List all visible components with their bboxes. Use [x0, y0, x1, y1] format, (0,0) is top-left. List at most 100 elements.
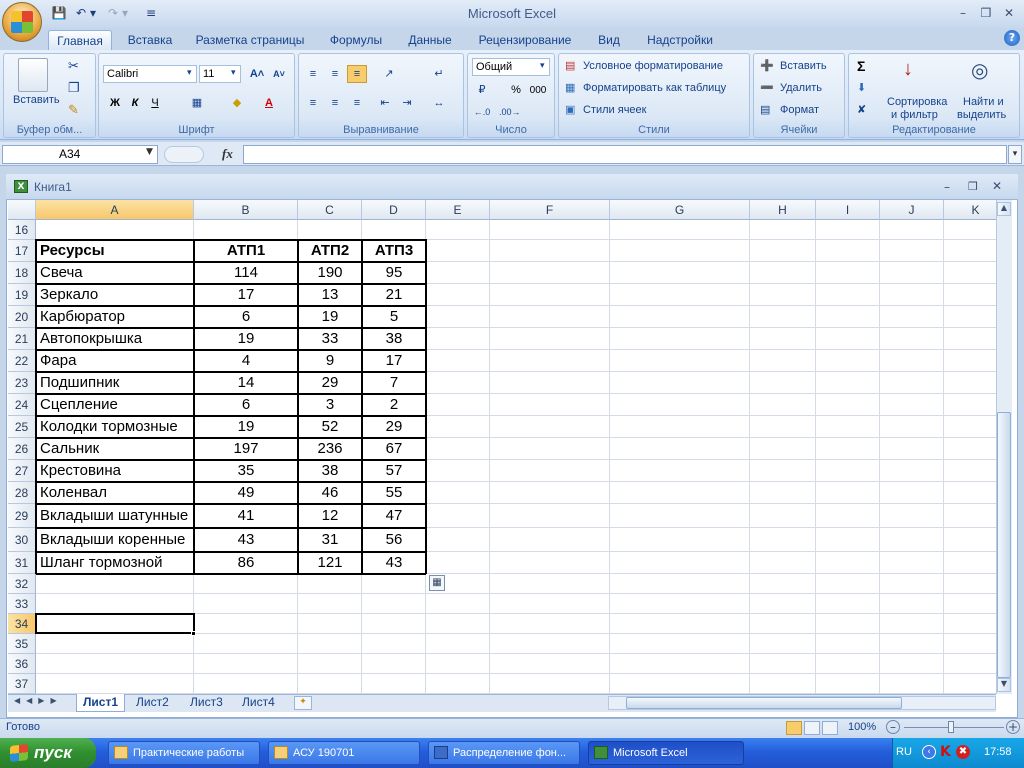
row-header[interactable]: 33: [8, 594, 36, 614]
tray-expand-icon[interactable]: ‹: [922, 745, 936, 759]
value-cell[interactable]: 197: [198, 438, 294, 460]
resource-name-cell[interactable]: Шланг тормозной: [40, 552, 190, 574]
increase-indent-icon[interactable]: ⇥: [397, 94, 417, 112]
value-cell[interactable]: 21: [366, 284, 422, 306]
tab-addins[interactable]: Надстройки: [640, 30, 720, 50]
value-cell[interactable]: 19: [198, 416, 294, 438]
resource-name-cell[interactable]: Свеча: [40, 262, 190, 284]
resource-name-cell[interactable]: Вкладыши коренные: [40, 528, 190, 552]
thousands-button[interactable]: 000: [528, 81, 548, 99]
align-center-icon[interactable]: ≡: [325, 94, 345, 112]
insert-cells-button[interactable]: Вставить: [780, 60, 827, 72]
help-icon[interactable]: ?: [1004, 30, 1020, 46]
col-header-b[interactable]: B: [194, 200, 298, 220]
value-cell[interactable]: 38: [366, 328, 422, 350]
customize-qat-icon[interactable]: ≡: [144, 5, 158, 21]
number-format-select[interactable]: Общий: [472, 58, 550, 76]
resource-name-cell[interactable]: Фара: [40, 350, 190, 372]
value-cell[interactable]: 19: [302, 306, 358, 328]
increase-decimal-icon[interactable]: ←.0: [472, 103, 492, 121]
decrease-indent-icon[interactable]: ⇤: [375, 94, 395, 112]
tab-page-layout[interactable]: Разметка страницы: [192, 30, 308, 50]
delete-cells-button[interactable]: Удалить: [780, 82, 822, 94]
sheet-nav-icon[interactable]: ◀◀▶▶: [14, 696, 63, 705]
col-header-c[interactable]: C: [298, 200, 362, 220]
wb-minimize-icon[interactable]: –: [944, 180, 950, 194]
value-cell[interactable]: 35: [198, 460, 294, 482]
tab-home[interactable]: Главная: [48, 30, 112, 50]
tray-app-icon[interactable]: ✖: [956, 745, 970, 759]
zoom-slider-thumb[interactable]: [948, 721, 954, 733]
value-cell[interactable]: 17: [366, 350, 422, 372]
value-cell[interactable]: 4: [198, 350, 294, 372]
percent-button[interactable]: %: [506, 81, 526, 99]
taskbar-item-4[interactable]: Microsoft Excel: [588, 741, 744, 765]
fill-handle[interactable]: [191, 631, 196, 636]
cell-styles-button[interactable]: Стили ячеек: [583, 104, 646, 116]
value-cell[interactable]: 6: [198, 306, 294, 328]
table-header-atp[interactable]: АТП3: [366, 240, 422, 262]
resource-name-cell[interactable]: Вкладыши шатунные: [40, 504, 190, 528]
tab-insert[interactable]: Вставка: [122, 30, 178, 50]
value-cell[interactable]: 9: [302, 350, 358, 372]
resource-name-cell[interactable]: Коленвал: [40, 482, 190, 504]
merge-center-icon[interactable]: ↔: [429, 94, 449, 112]
selected-cell[interactable]: [35, 613, 195, 634]
resource-name-cell[interactable]: Подшипник: [40, 372, 190, 394]
fill-color-icon[interactable]: ◆: [227, 94, 247, 112]
conditional-format-button[interactable]: Условное форматирование: [583, 60, 723, 72]
row-header[interactable]: 27: [8, 460, 36, 482]
undo-dropdown-icon[interactable]: ▾: [88, 5, 98, 21]
value-cell[interactable]: 114: [198, 262, 294, 284]
cut-icon[interactable]: ✂: [68, 58, 79, 74]
row-header[interactable]: 17: [8, 240, 36, 262]
value-cell[interactable]: 3: [302, 394, 358, 416]
orientation-icon[interactable]: ↗: [379, 65, 399, 83]
font-name-dropdown-icon[interactable]: ▾: [187, 67, 192, 78]
value-cell[interactable]: 46: [302, 482, 358, 504]
value-cell[interactable]: 236: [302, 438, 358, 460]
insert-sheet-icon[interactable]: ✦: [294, 696, 312, 710]
font-color-icon[interactable]: A: [259, 94, 279, 112]
resource-name-cell[interactable]: Крестовина: [40, 460, 190, 482]
sort-filter-label-1[interactable]: Сортировка: [887, 96, 947, 108]
decrease-decimal-icon[interactable]: .00→: [498, 103, 521, 121]
formula-bar-splitter[interactable]: [164, 146, 204, 163]
format-table-button[interactable]: Форматировать как таблицу: [583, 82, 726, 94]
vertical-scroll-thumb[interactable]: [997, 412, 1011, 678]
value-cell[interactable]: 55: [366, 482, 422, 504]
insert-cells-icon[interactable]: ➕: [760, 59, 774, 72]
find-select-label-2[interactable]: выделить: [957, 109, 1006, 121]
format-cells-icon[interactable]: ▤: [760, 103, 770, 116]
wrap-text-icon[interactable]: ↵: [429, 65, 449, 83]
resource-name-cell[interactable]: Сцепление: [40, 394, 190, 416]
format-table-icon[interactable]: ▦: [565, 81, 575, 94]
col-header-f[interactable]: F: [490, 200, 610, 220]
format-painter-icon[interactable]: ✎: [68, 102, 79, 118]
value-cell[interactable]: 67: [366, 438, 422, 460]
italic-button[interactable]: К: [125, 94, 145, 112]
minimize-icon[interactable]: –: [952, 4, 974, 22]
value-cell[interactable]: 33: [302, 328, 358, 350]
table-header-atp[interactable]: АТП2: [302, 240, 358, 262]
autosum-button[interactable]: Σ: [857, 58, 865, 74]
resource-name-cell[interactable]: Сальник: [40, 438, 190, 460]
tab-review[interactable]: Рецензирование: [472, 30, 578, 50]
value-cell[interactable]: 29: [302, 372, 358, 394]
resource-name-cell[interactable]: Колодки тормозные: [40, 416, 190, 438]
col-header-d[interactable]: D: [362, 200, 426, 220]
restore-icon[interactable]: ❒: [975, 4, 997, 22]
value-cell[interactable]: 13: [302, 284, 358, 306]
value-cell[interactable]: 49: [198, 482, 294, 504]
row-header[interactable]: 16: [8, 220, 36, 240]
col-header-k[interactable]: K: [944, 200, 996, 220]
value-cell[interactable]: 19: [198, 328, 294, 350]
language-indicator[interactable]: RU: [896, 746, 912, 758]
underline-button[interactable]: Ч: [145, 94, 165, 112]
zoom-in-icon[interactable]: +: [1006, 720, 1020, 734]
value-cell[interactable]: 41: [198, 504, 294, 528]
page-break-view-icon[interactable]: [822, 721, 838, 735]
col-header-g[interactable]: G: [610, 200, 750, 220]
number-format-dropdown-icon[interactable]: ▾: [540, 60, 545, 71]
conditional-format-icon[interactable]: ▤: [565, 59, 575, 72]
